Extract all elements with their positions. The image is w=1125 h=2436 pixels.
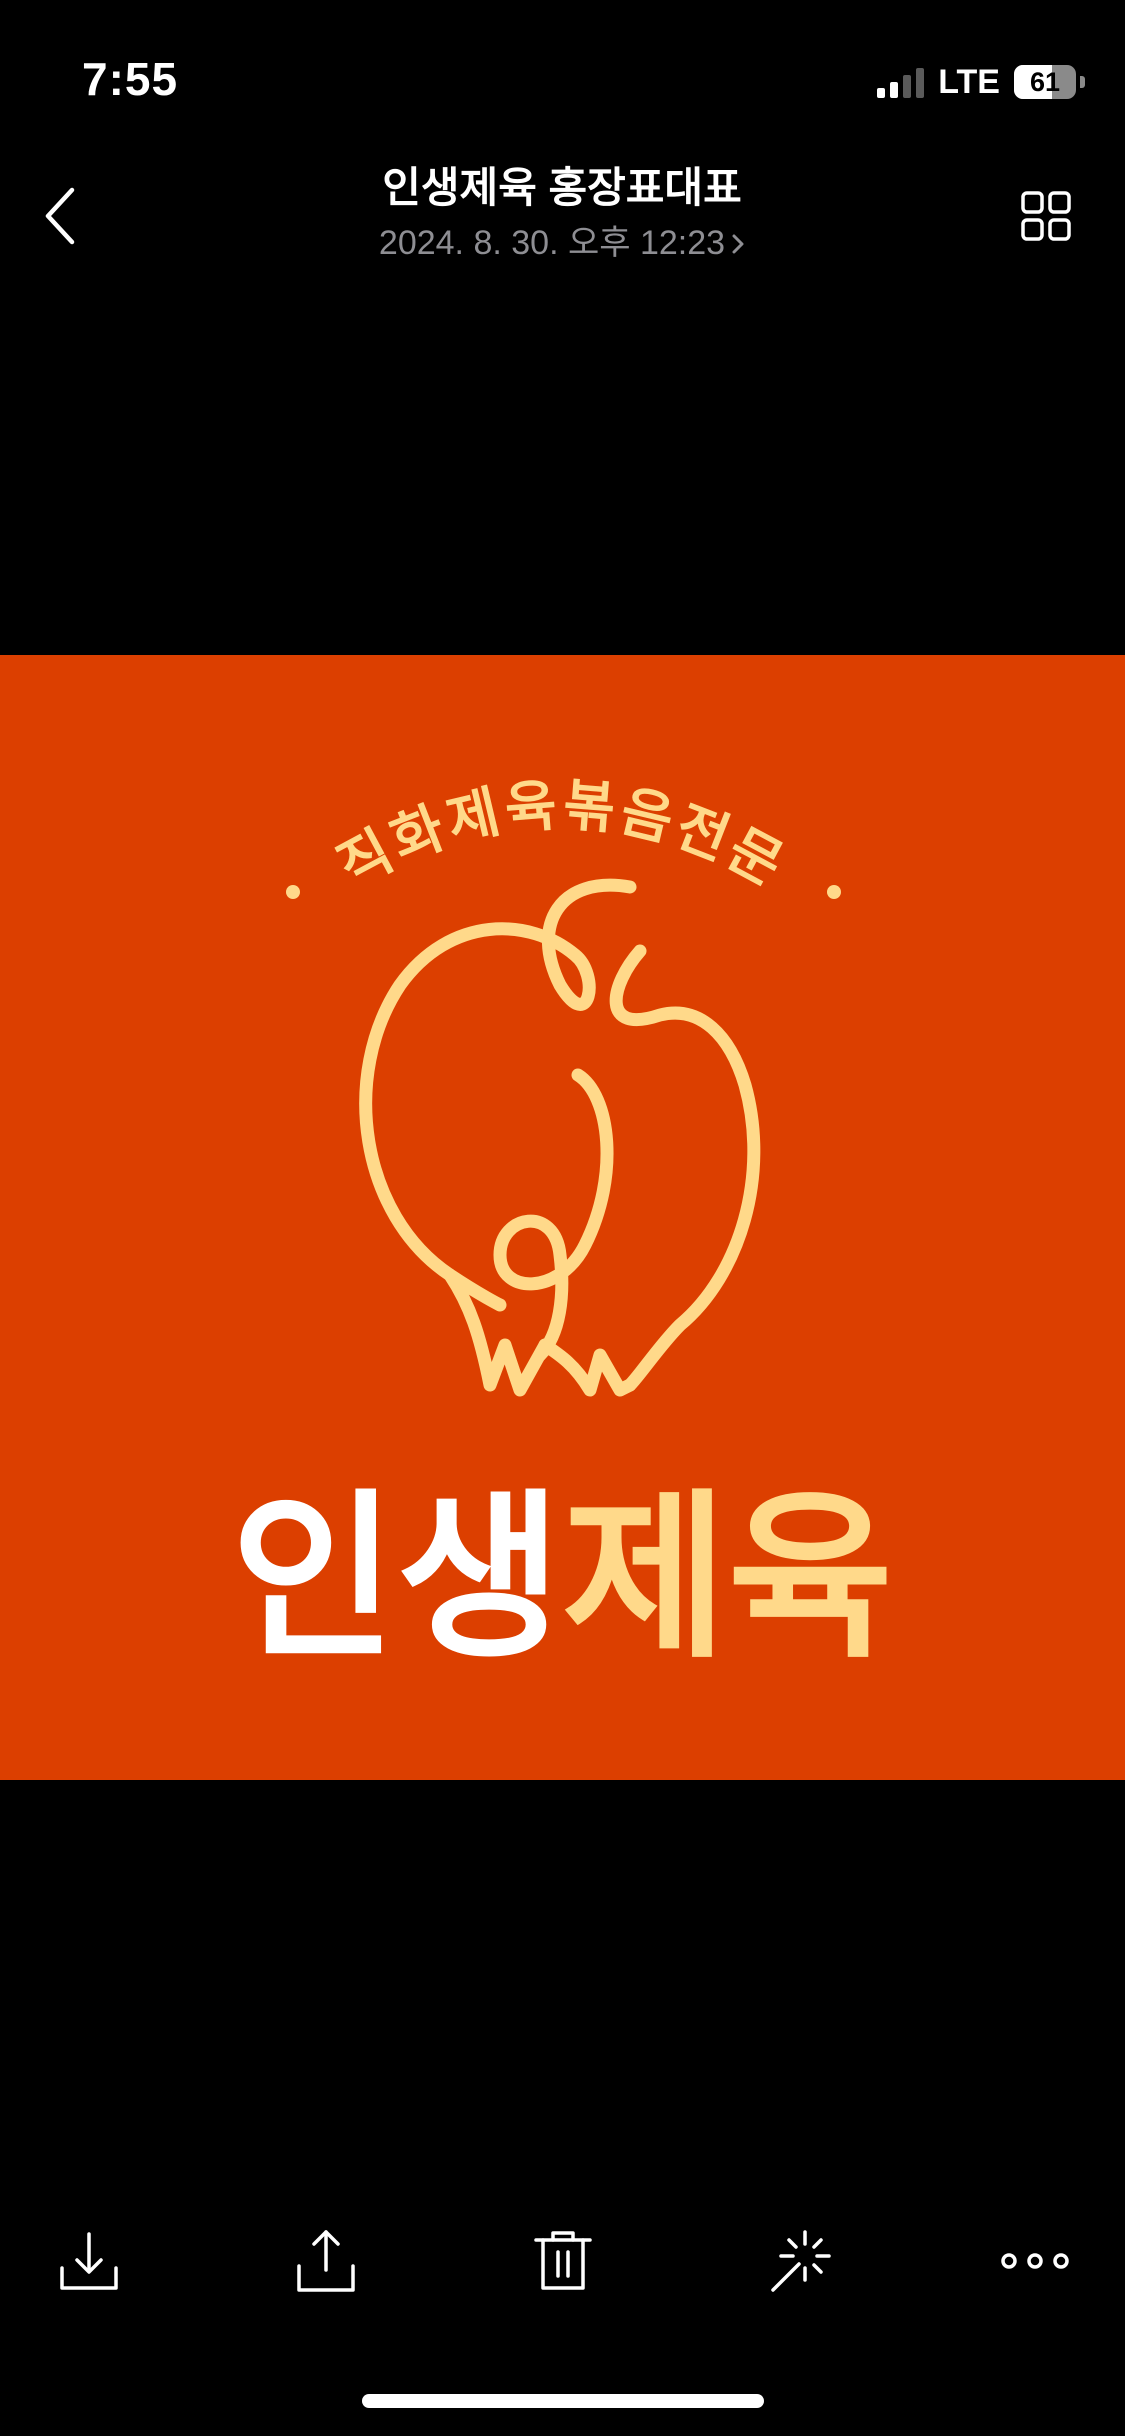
tagline-dot-right [827,885,841,899]
grid-icon [1021,191,1071,241]
share-button[interactable] [291,2226,361,2296]
signal-icon [877,66,925,98]
grid-view-button[interactable] [1020,190,1072,242]
edit-button[interactable] [765,2226,835,2296]
share-icon [297,2230,355,2292]
more-icon [1001,2253,1069,2269]
download-icon [60,2232,118,2290]
photo-date-text: 2024. 8. 30. 오후 12:23 [378,224,726,262]
tagline: 직화제육볶음전문 [328,773,797,900]
flame-pig-icon [359,878,761,1397]
download-button[interactable] [54,2226,124,2296]
photo-viewer-screen: 7:55 LTE 61 인생제육 홍장표대표 2024. 8. 30. 오후 1… [0,0,1125,2436]
magic-wand-icon [771,2230,831,2292]
tagline-dot-left [286,885,300,899]
back-button[interactable] [40,184,80,248]
delete-button[interactable] [528,2226,598,2296]
brand-name: 인생제육 [231,1474,893,1683]
photo-info-header[interactable]: 인생제육 홍장표대표 2024. 8. 30. 오후 12:23 [212,160,912,268]
battery-cap [1080,76,1085,88]
more-button[interactable] [1000,2226,1070,2296]
chevron-right-icon [732,234,744,254]
brand-name-white: 인생 [231,1474,562,1683]
album-title: 인생제육 홍장표대표 [382,164,742,211]
chevron-left-icon [45,187,75,245]
brand-name-yellow: 제육 [562,1474,893,1683]
status-indicators: LTE 61 [877,62,1085,102]
photo-image[interactable]: 직화제육볶음전문 인생제육 [0,655,1125,1780]
trash-icon [534,2231,592,2290]
network-type: LTE [938,62,1000,101]
battery-icon: 61 [1014,65,1076,99]
home-indicator[interactable] [362,2394,764,2408]
status-time: 7:55 [82,53,179,105]
photo-date[interactable]: 2024. 8. 30. 오후 12:23 [212,218,912,268]
battery-level: 61 [1029,66,1061,97]
brand-logo: 직화제육볶음전문 인생제육 [231,773,893,1683]
tagline-text: 직화제육볶음전문 [328,773,793,900]
